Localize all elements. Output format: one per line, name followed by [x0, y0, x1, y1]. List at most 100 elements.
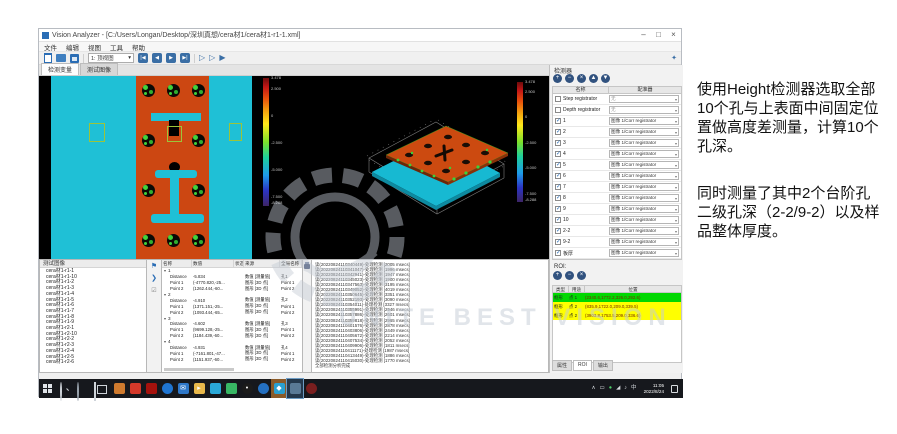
view-tab[interactable]: 测试图像 — [80, 63, 119, 75]
registrator-dropdown[interactable]: 图像 1/Corr registrator ▾ — [609, 183, 679, 191]
menu-item[interactable]: 帮助 — [132, 42, 145, 52]
detector-checkbox[interactable] — [555, 140, 561, 146]
registrator-dropdown[interactable]: 图像 1/Corr registrator ▾ — [609, 205, 679, 213]
registrator-dropdown[interactable]: 图像 1/Corr registrator ▾ — [609, 238, 679, 246]
detector-row[interactable]: 2 图像 1/Corr registrator ▾ — [553, 127, 681, 138]
next-image-button[interactable]: ▶ — [166, 53, 176, 63]
network-icon[interactable]: ◢ — [616, 379, 620, 398]
minimize-button[interactable]: – — [636, 29, 651, 41]
app-media[interactable] — [303, 379, 319, 398]
detector-row[interactable]: 板厚 图像 1/Corr registrator ▾ — [553, 248, 681, 259]
result-row[interactable]: Point 2 (1262.444,-60... 图形 [3D 点] Point 2 — [162, 286, 302, 292]
menu-item[interactable]: 编辑 — [66, 42, 79, 52]
app-vision-analyzer[interactable]: ◆ — [271, 379, 287, 398]
registrator-dropdown[interactable]: 无 ▾ — [609, 106, 679, 114]
cloud-icon[interactable]: ▭ — [600, 379, 605, 398]
detector-checkbox[interactable] — [555, 107, 561, 113]
notification-center-icon[interactable] — [671, 384, 678, 393]
registrator-dropdown[interactable]: 图像 1/Corr registrator ▾ — [609, 216, 679, 224]
maximize-button[interactable]: □ — [651, 29, 666, 41]
result-row[interactable]: Distance -5.834 数值 [测量值] 孔1 — [162, 274, 302, 280]
detector-row[interactable]: 5 图像 1/Corr registrator ▾ — [553, 160, 681, 171]
roi-panel-tab[interactable]: 属性 — [552, 360, 573, 371]
add-detector-button[interactable]: + — [553, 74, 562, 83]
result-row[interactable]: Point 1 (1371.151,-25... 图形 [3D 点] Point 1 — [162, 303, 302, 309]
detector-row[interactable]: 9 图像 1/Corr registrator ▾ — [553, 204, 681, 215]
app-edge[interactable] — [159, 379, 175, 398]
status-icon[interactable]: ● — [609, 379, 612, 398]
app-paw[interactable] — [111, 379, 127, 398]
result-row[interactable]: Distance -4.910 数值 [测量值] 孔2 — [162, 297, 302, 303]
model-3d-view[interactable]: 3.478 2.500 0 -2.500 -5.000 -7.500 -8.288 — [294, 76, 549, 259]
menu-item[interactable]: 工具 — [110, 42, 123, 52]
run-all-icon[interactable]: ▶ — [219, 53, 225, 63]
start-button[interactable] — [43, 383, 54, 394]
settings-sparkle-icon[interactable]: ✦ — [671, 54, 677, 62]
checkbox-icon[interactable]: ☑ — [151, 287, 156, 295]
detector-checkbox[interactable] — [555, 96, 561, 102]
task-view-icon[interactable] — [94, 382, 105, 401]
add-roi-button[interactable]: + — [553, 271, 562, 280]
list-item[interactable]: cera材1-r2-6 — [46, 360, 146, 366]
run-chevron-icon[interactable]: ❯ — [151, 275, 157, 283]
run-once-icon[interactable]: ▷ — [199, 53, 205, 63]
cortana-icon[interactable] — [77, 382, 88, 401]
registrator-dropdown[interactable]: 图像 1/Corr registrator ▾ — [609, 139, 679, 147]
detector-checkbox[interactable] — [555, 184, 561, 190]
roi-panel-tab[interactable]: ROI — [573, 360, 592, 371]
detector-checkbox[interactable] — [555, 206, 561, 212]
menu-item[interactable]: 文件 — [44, 42, 57, 52]
registrator-dropdown[interactable]: 无 ▾ — [609, 95, 679, 103]
detector-checkbox[interactable] — [555, 217, 561, 223]
close-button[interactable]: × — [666, 29, 681, 41]
view-tab[interactable]: 检测变量 — [41, 63, 80, 75]
app-pdf[interactable] — [143, 379, 159, 398]
first-image-button[interactable]: |◀ — [138, 53, 148, 63]
result-row[interactable]: Point 1 (-7161.801,-47... 图形 [3D 点] Point 1 — [162, 350, 302, 356]
roi-panel-tab[interactable]: 输出 — [592, 360, 613, 371]
detector-row[interactable]: 10 图像 1/Corr registrator ▾ — [553, 215, 681, 226]
registrator-dropdown[interactable]: 图像 1/Corr registrator ▾ — [609, 161, 679, 169]
app-green[interactable] — [223, 379, 239, 398]
app-mail[interactable]: ✉ — [175, 379, 191, 398]
app-browser[interactable] — [255, 379, 271, 398]
clear-detector-button[interactable]: × — [577, 74, 586, 83]
printer-icon[interactable] — [304, 262, 310, 269]
detector-row[interactable]: 8 图像 1/Corr registrator ▾ — [553, 193, 681, 204]
app-security[interactable] — [127, 379, 143, 398]
detector-checkbox[interactable] — [555, 195, 561, 201]
previous-image-button[interactable]: ◀ — [152, 53, 162, 63]
run-step-icon[interactable]: ▷ — [209, 53, 215, 63]
registrator-dropdown[interactable]: 图像 1/Corr registrator ▾ — [609, 249, 679, 257]
result-row[interactable]: Distance -4.931 数值 [测量值] 孔4 — [162, 345, 302, 351]
horizontal-scrollbar[interactable] — [164, 368, 234, 371]
roi-row[interactable]: 框形点 1 (2340.6,1772.2,326.0,292.6) — [553, 293, 681, 302]
registrator-dropdown[interactable]: 图像 1/Corr registrator ▾ — [609, 172, 679, 180]
detector-row[interactable]: 6 图像 1/Corr registrator ▾ — [553, 171, 681, 182]
detector-row[interactable]: 1 图像 1/Corr registrator ▾ — [553, 116, 681, 127]
save-icon[interactable] — [70, 53, 79, 63]
roi-row[interactable]: 框形点 2 (3903.8,1753.5,209.0,336.6) — [553, 311, 681, 320]
detector-checkbox[interactable] — [555, 228, 561, 234]
menu-item[interactable]: 视图 — [88, 42, 101, 52]
result-row[interactable]: Distance -4.602 数值 [测量值] 孔3 — [162, 321, 302, 327]
remove-roi-button[interactable]: − — [565, 271, 574, 280]
detector-row[interactable]: 9-2 图像 1/Corr registrator ▾ — [553, 237, 681, 248]
chevron-up-icon[interactable]: ∧ — [592, 379, 596, 398]
open-file-icon[interactable] — [56, 54, 66, 62]
detector-row[interactable]: Depth registrator 无 ▾ — [553, 105, 681, 116]
move-up-button[interactable]: ▲ — [589, 74, 598, 83]
move-down-button[interactable]: ▼ — [601, 74, 610, 83]
result-row[interactable]: Point 2 (1151.937,-60... 图形 [3D 点] Point 2 — [162, 356, 302, 362]
app-explorer[interactable]: ▸ — [191, 379, 207, 398]
new-file-icon[interactable] — [44, 53, 52, 63]
result-row[interactable]: Point 2 (1093.444,-65... 图形 [3D 点] Point 2 — [162, 309, 302, 315]
detector-checkbox[interactable] — [555, 151, 561, 157]
detector-checkbox[interactable] — [555, 250, 561, 256]
last-image-button[interactable]: ▶| — [180, 53, 190, 63]
detector-row[interactable]: 7 图像 1/Corr registrator ▾ — [553, 182, 681, 193]
search-icon[interactable] — [60, 382, 71, 401]
view-selector-dropdown[interactable]: 1: 顶视图 ▾ — [88, 53, 134, 63]
app-penguin[interactable]: • — [239, 379, 255, 398]
roi-row[interactable]: 框形点 2 (835.9,1722.0,209.0,339.5) — [553, 302, 681, 311]
